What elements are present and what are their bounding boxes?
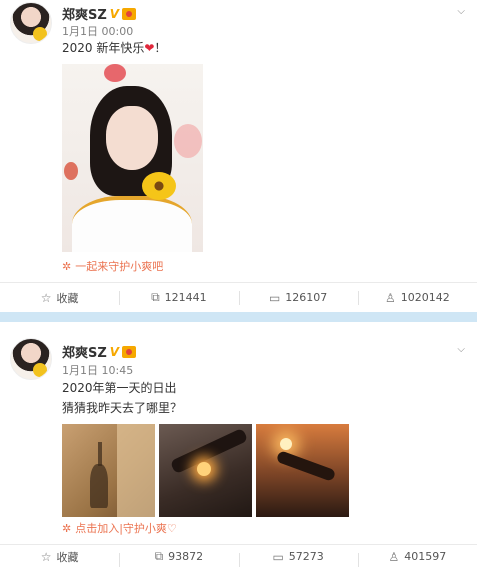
post-text-line: 猜猜我昨天去了哪里？ [62, 401, 183, 415]
comment-bubble-icon: ▭ [268, 290, 281, 305]
post-photo-thumbnail[interactable] [62, 424, 155, 517]
post-photo[interactable] [62, 64, 203, 252]
thumbs-up-icon: ♙ [384, 290, 396, 305]
comment-button[interactable]: ▭ 126107 [238, 283, 358, 312]
topic-tag-label: 点击加入|守护小爽♡ [75, 522, 177, 535]
topic-tag-label: 一起来守护小爽吧 [75, 260, 164, 273]
favorite-button[interactable]: ☆ 收藏 [0, 283, 119, 312]
share-square-icon: ⧉ [154, 549, 164, 563]
comment-count: 57273 [288, 550, 324, 563]
post-photo-thumbnail[interactable] [159, 424, 252, 517]
flower-tag-icon: ✲ [62, 259, 72, 273]
repost-count: 93872 [168, 550, 204, 563]
post-text: 2020 新年快乐❤！ [62, 38, 166, 58]
favorite-button[interactable]: ☆ 收藏 [0, 545, 119, 568]
chevron-down-icon[interactable]: ⌵ [457, 344, 465, 355]
star-outline-icon: ☆ [40, 290, 52, 305]
member-crown-icon [122, 345, 137, 358]
weibo-post: 郑爽SZ V ⌵ 1月1日 00:00 2020 新年快乐❤！ ✲ 一起来守护小… [0, 0, 477, 312]
feed-separator [0, 312, 477, 322]
post-timestamp[interactable]: 1月1日 10:45 [62, 362, 133, 378]
like-count: 401597 [404, 550, 447, 563]
topic-tag[interactable]: ✲ 一起来守护小爽吧 [62, 258, 163, 274]
verified-badge-icon: V [109, 344, 120, 359]
post-text-line: 2020年第一天的日出 [62, 381, 177, 395]
repost-button[interactable]: ⧉ 121441 [119, 283, 238, 312]
repost-button[interactable]: ⧉ 93872 [119, 545, 238, 568]
flower-tag-icon: ✲ [62, 521, 72, 535]
repost-count: 121441 [164, 291, 207, 304]
thumbs-up-icon: ♙ [388, 549, 400, 564]
post-text-line: 2020 新年快乐 [62, 41, 145, 55]
post-text-line: ！ [154, 41, 167, 55]
like-button[interactable]: ♙ 1020142 [357, 283, 477, 312]
member-crown-icon [122, 7, 137, 20]
action-bar: ☆ 收藏 ⧉ 93872 ▭ 57273 ♙ 401597 [0, 544, 477, 568]
post-header: 郑爽SZ V [62, 4, 137, 23]
comment-bubble-icon: ▭ [272, 549, 284, 564]
avatar[interactable] [10, 338, 52, 380]
heart-emoji-icon: ❤ [144, 41, 155, 55]
post-text: 2020年第一天的日出 猜猜我昨天去了哪里？ [62, 378, 182, 418]
favorite-label: 收藏 [56, 291, 79, 305]
post-photo-thumbnail[interactable] [256, 424, 349, 517]
user-name[interactable]: 郑爽SZ [62, 342, 107, 361]
verified-badge-icon: V [109, 6, 120, 21]
user-name[interactable]: 郑爽SZ [62, 4, 107, 23]
comment-count: 126107 [285, 291, 328, 304]
post-header: 郑爽SZ V [62, 342, 137, 361]
favorite-label: 收藏 [56, 550, 79, 564]
star-outline-icon: ☆ [40, 549, 52, 564]
chevron-down-icon[interactable]: ⌵ [457, 6, 465, 17]
like-button[interactable]: ♙ 401597 [357, 545, 477, 568]
action-bar: ☆ 收藏 ⧉ 121441 ▭ 126107 ♙ 1020142 [0, 282, 477, 312]
topic-tag[interactable]: ✲ 点击加入|守护小爽♡ [62, 520, 177, 536]
like-count: 1020142 [400, 291, 450, 304]
avatar[interactable] [10, 2, 52, 44]
post-timestamp[interactable]: 1月1日 00:00 [62, 23, 133, 39]
comment-button[interactable]: ▭ 57273 [238, 545, 358, 568]
share-square-icon: ⧉ [151, 290, 160, 304]
